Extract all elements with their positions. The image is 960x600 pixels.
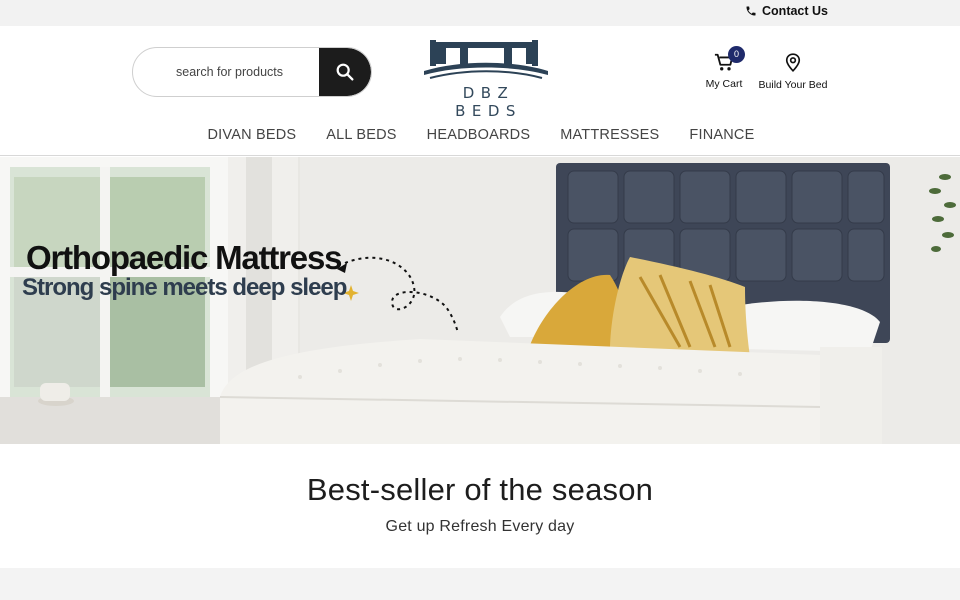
- search-icon: [336, 63, 354, 81]
- logo-bed-mark: [424, 40, 548, 79]
- nav-item-divan-beds[interactable]: DIVAN BEDS: [208, 127, 297, 155]
- contact-us-label: Contact Us: [762, 4, 828, 18]
- section-subtitle: Get up Refresh Every day: [385, 518, 575, 535]
- search-input[interactable]: [133, 48, 321, 96]
- site-header: DBZ BEDS 0 My Cart Build Your Bed: [0, 26, 960, 120]
- nav-item-finance[interactable]: FINANCE: [689, 127, 754, 155]
- build-your-bed-button[interactable]: Build Your Bed: [756, 52, 830, 91]
- cart-count-badge: 0: [728, 46, 745, 63]
- cart-label: My Cart: [705, 78, 743, 90]
- main-nav: DIVAN BEDS ALL BEDS HEADBOARDS MATTRESSE…: [0, 116, 960, 156]
- bestseller-section: Best-seller of the season Get up Refresh…: [0, 444, 960, 568]
- build-your-bed-label: Build Your Bed: [758, 79, 828, 91]
- hero-subtitle: Strong spine meets deep sleep: [22, 274, 347, 301]
- search-bar: [132, 47, 372, 97]
- top-bar: Contact Us: [0, 0, 960, 26]
- search-button[interactable]: [319, 48, 371, 96]
- section-title: Best-seller of the season: [306, 472, 654, 507]
- nav-item-headboards[interactable]: HEADBOARDS: [427, 127, 531, 155]
- cart-button[interactable]: 0 My Cart: [702, 46, 746, 90]
- location-pin-icon: [785, 53, 801, 73]
- contact-us-link[interactable]: Contact Us: [745, 4, 828, 18]
- product-section-start: [0, 568, 960, 600]
- hero-title: Orthopaedic Mattress: [26, 239, 342, 276]
- logo[interactable]: DBZ BEDS: [420, 38, 552, 120]
- nav-item-all-beds[interactable]: ALL BEDS: [326, 127, 396, 155]
- hero-banner[interactable]: Orthopaedic Mattress Strong spine meets …: [0, 157, 960, 444]
- logo-text: DBZ BEDS: [455, 84, 522, 120]
- nav-item-mattresses[interactable]: MATTRESSES: [560, 127, 659, 155]
- phone-icon: [746, 6, 756, 16]
